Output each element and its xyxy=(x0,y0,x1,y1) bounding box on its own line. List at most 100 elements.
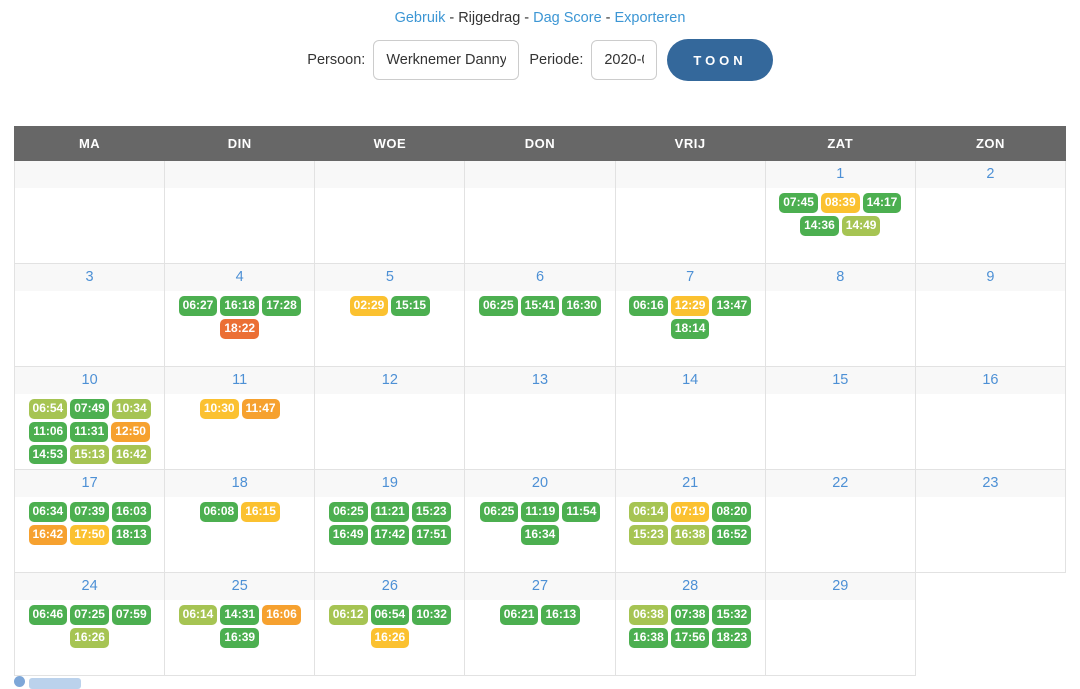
nav-link-exporteren[interactable]: Exporteren xyxy=(614,10,685,26)
time-badge-green: 11:06 xyxy=(29,422,67,442)
time-badges: 06:2716:1817:2818:22 xyxy=(165,291,314,339)
day-cell: 27 06:2116:13 xyxy=(465,573,615,676)
time-badge-green: 06:54 xyxy=(371,605,410,625)
day-number-29[interactable]: 29 xyxy=(766,573,915,600)
day-cell: 14 xyxy=(615,367,765,470)
day-cell xyxy=(315,161,465,264)
time-badge-green: 16:03 xyxy=(112,502,151,522)
weekday-header-din: DIN xyxy=(165,127,315,161)
day-number-3[interactable]: 3 xyxy=(15,264,164,291)
day-cell xyxy=(15,161,165,264)
time-badge-green: 16:34 xyxy=(521,525,560,545)
time-badge-green: 16:13 xyxy=(541,605,580,625)
day-number-10[interactable]: 10 xyxy=(15,367,164,394)
periode-input[interactable] xyxy=(591,40,657,80)
day-cell: 23 xyxy=(915,470,1065,573)
time-badges: 07:4508:3914:1714:3614:49 xyxy=(766,188,915,236)
time-badge-yellow: 16:15 xyxy=(241,502,280,522)
time-badge-green: 15:32 xyxy=(712,605,751,625)
time-badge-orange: 12:50 xyxy=(111,422,150,442)
day-number-14[interactable]: 14 xyxy=(616,367,765,394)
persoon-label: Persoon: xyxy=(307,52,365,68)
time-badges: 02:2915:15 xyxy=(315,291,464,316)
day-number-12[interactable]: 12 xyxy=(315,367,464,394)
page-bottom-cutoff xyxy=(14,676,81,689)
day-number-6[interactable]: 6 xyxy=(465,264,614,291)
time-badge-green: 06:16 xyxy=(629,296,668,316)
day-number-17[interactable]: 17 xyxy=(15,470,164,497)
time-badge-olive: 15:23 xyxy=(629,525,668,545)
day-number-13[interactable]: 13 xyxy=(465,367,614,394)
nav-link-dag-score[interactable]: Dag Score xyxy=(533,10,602,26)
day-number-4[interactable]: 4 xyxy=(165,264,314,291)
weekday-header-zat: ZAT xyxy=(765,127,915,161)
day-number-15[interactable]: 15 xyxy=(766,367,915,394)
nav-link-gebruik[interactable]: Gebruik xyxy=(395,10,446,26)
day-cell: 22 xyxy=(765,470,915,573)
week-row: 3406:2716:1817:2818:22502:2915:15606:251… xyxy=(15,264,1066,367)
time-badge-green: 10:32 xyxy=(412,605,451,625)
time-badge-green: 06:25 xyxy=(480,502,519,522)
time-badge-green: 16:52 xyxy=(712,525,751,545)
day-number-11[interactable]: 11 xyxy=(165,367,314,394)
day-cell: 2 xyxy=(915,161,1065,264)
day-number-8[interactable]: 8 xyxy=(766,264,915,291)
time-badge-yellow: 16:26 xyxy=(371,628,410,648)
weekday-header-don: DON xyxy=(465,127,615,161)
persoon-input[interactable] xyxy=(373,40,519,80)
time-badge-yellow: 07:19 xyxy=(671,502,710,522)
day-number-1[interactable]: 1 xyxy=(766,161,915,188)
time-badges: 06:3807:3815:3216:3817:5618:23 xyxy=(616,600,765,648)
day-number-empty xyxy=(465,161,614,188)
filter-form: Persoon: Periode: TOON xyxy=(0,39,1080,81)
time-badge-green: 16:38 xyxy=(629,628,668,648)
day-number-21[interactable]: 21 xyxy=(616,470,765,497)
time-badge-olive: 14:49 xyxy=(842,216,881,236)
day-cell: 9 xyxy=(915,264,1065,367)
time-badge-olive: 06:14 xyxy=(179,605,218,625)
top-nav: Gebruik-Rijgedrag-Dag Score-Exporteren xyxy=(0,0,1080,26)
day-cell: 3 xyxy=(15,264,165,367)
periode-label: Periode: xyxy=(529,52,583,68)
day-number-22[interactable]: 22 xyxy=(766,470,915,497)
day-number-23[interactable]: 23 xyxy=(916,470,1065,497)
day-number-18[interactable]: 18 xyxy=(165,470,314,497)
day-number-27[interactable]: 27 xyxy=(465,573,614,600)
day-number-5[interactable]: 5 xyxy=(315,264,464,291)
day-number-20[interactable]: 20 xyxy=(465,470,614,497)
time-badge-orange: 11:47 xyxy=(242,399,280,419)
time-badge-green: 17:42 xyxy=(371,525,410,545)
day-number-19[interactable]: 19 xyxy=(315,470,464,497)
day-cell: 13 xyxy=(465,367,615,470)
day-number-9[interactable]: 9 xyxy=(916,264,1065,291)
day-number-28[interactable]: 28 xyxy=(616,573,765,600)
time-badges: 06:1206:5410:3216:26 xyxy=(315,600,464,648)
time-badge-green: 07:39 xyxy=(70,502,109,522)
day-number-24[interactable]: 24 xyxy=(15,573,164,600)
time-badge-green: 06:21 xyxy=(500,605,539,625)
time-badge-green: 06:46 xyxy=(29,605,68,625)
time-badge-green: 06:25 xyxy=(329,502,368,522)
day-number-7[interactable]: 7 xyxy=(616,264,765,291)
time-badge-orange: 16:06 xyxy=(262,605,301,625)
toon-button[interactable]: TOON xyxy=(667,39,772,81)
day-number-25[interactable]: 25 xyxy=(165,573,314,600)
day-number-16[interactable]: 16 xyxy=(916,367,1065,394)
nav-separator: - xyxy=(449,10,454,26)
time-badge-yellow: 02:29 xyxy=(350,296,389,316)
time-badge-yellow: 08:39 xyxy=(821,193,860,213)
time-badge-green: 15:41 xyxy=(521,296,560,316)
nav-separator: - xyxy=(606,10,611,26)
time-badge-olive: 16:26 xyxy=(70,628,109,648)
day-number-empty xyxy=(616,161,765,188)
time-badge-green: 11:19 xyxy=(521,502,559,522)
time-badge-green: 16:18 xyxy=(220,296,259,316)
time-badges: 10:3011:47 xyxy=(165,394,314,419)
day-cell: 1110:3011:47 xyxy=(165,367,315,470)
day-number-2[interactable]: 2 xyxy=(916,161,1065,188)
time-badge-olive: 15:13 xyxy=(70,445,109,465)
day-cell: 1006:5407:4910:3411:0611:3112:5014:5315:… xyxy=(15,367,165,470)
day-number-26[interactable]: 26 xyxy=(315,573,464,600)
time-badge-green: 07:45 xyxy=(779,193,818,213)
nav-link-rijgedrag[interactable]: Rijgedrag xyxy=(458,10,520,26)
